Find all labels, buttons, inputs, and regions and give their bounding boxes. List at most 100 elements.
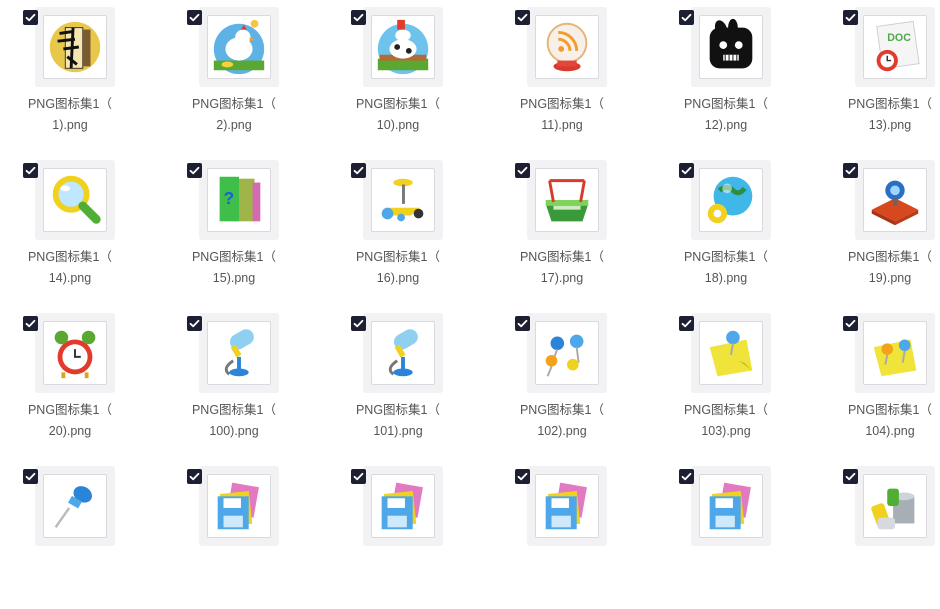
selected-checkbox[interactable] <box>843 316 858 331</box>
file-item[interactable] <box>0 459 140 609</box>
file-item[interactable]: PNG图标集1（ 2).png <box>164 0 304 150</box>
file-item[interactable]: PNG图标集1（ 20).png <box>0 306 140 456</box>
file-name[interactable]: PNG图标集1（ 103).png <box>661 400 791 442</box>
file-thumbnail[interactable] <box>35 466 115 546</box>
file-item[interactable] <box>820 459 940 609</box>
file-name[interactable]: PNG图标集1（ 13).png <box>825 94 940 136</box>
file-name[interactable]: PNG图标集1（ 16).png <box>333 247 463 289</box>
file-name-line-2: 20).png <box>48 424 92 438</box>
selected-checkbox[interactable] <box>515 163 530 178</box>
file-name[interactable]: PNG图标集1（ 1).png <box>5 94 135 136</box>
chicken-icon <box>213 19 265 75</box>
file-item[interactable]: PNG图标集1（ 100).png <box>164 306 304 456</box>
file-item[interactable]: PNG图标集1（ 17).png <box>492 153 632 303</box>
file-name[interactable]: PNG图标集1（ 102).png <box>497 400 627 442</box>
file-thumbnail[interactable] <box>527 313 607 393</box>
file-thumbnail[interactable] <box>363 313 443 393</box>
file-item[interactable] <box>656 459 796 609</box>
selected-checkbox[interactable] <box>351 469 366 484</box>
file-thumbnail[interactable] <box>35 160 115 240</box>
file-thumbnail[interactable] <box>199 466 279 546</box>
file-name[interactable]: PNG图标集1（ 20).png <box>5 400 135 442</box>
file-name[interactable]: PNG图标集1（ 18).png <box>661 247 791 289</box>
selected-checkbox[interactable] <box>187 10 202 25</box>
file-item[interactable] <box>492 459 632 609</box>
selected-checkbox[interactable] <box>23 316 38 331</box>
selected-checkbox[interactable] <box>679 163 694 178</box>
selected-checkbox[interactable] <box>23 469 38 484</box>
selected-checkbox[interactable] <box>187 469 202 484</box>
file-item[interactable]: PNG图标集1（ 103).png <box>656 306 796 456</box>
file-name-line-2: 101).png <box>373 424 423 438</box>
file-thumbnail[interactable] <box>363 7 443 87</box>
thumbnail-frame <box>863 168 927 232</box>
file-thumbnail[interactable] <box>855 466 935 546</box>
file-item[interactable]: PNG图标集1（ 14).png <box>0 153 140 303</box>
file-name[interactable]: PNG图标集1（ 19).png <box>825 247 940 289</box>
file-name[interactable]: PNG图标集1（ 104).png <box>825 400 940 442</box>
file-thumbnail[interactable] <box>527 7 607 87</box>
file-name[interactable]: PNG图标集1（ 2).png <box>169 94 299 136</box>
selected-checkbox[interactable] <box>23 163 38 178</box>
file-thumbnail[interactable]: DOC <box>855 7 935 87</box>
selected-checkbox[interactable] <box>187 316 202 331</box>
thumbnail-frame <box>863 321 927 385</box>
file-name-line-1: PNG图标集1（ <box>27 250 113 264</box>
selected-checkbox[interactable] <box>515 316 530 331</box>
file-item[interactable]: PNG图标集1（ 19).png <box>820 153 940 303</box>
file-thumbnail[interactable] <box>363 466 443 546</box>
file-name[interactable]: PNG图标集1（ 14).png <box>5 247 135 289</box>
selected-checkbox[interactable] <box>843 163 858 178</box>
selected-checkbox[interactable] <box>351 10 366 25</box>
file-name-line-1: PNG图标集1（ <box>191 250 277 264</box>
file-name[interactable]: PNG图标集1（ 10).png <box>333 94 463 136</box>
file-thumbnail[interactable] <box>363 160 443 240</box>
file-item[interactable]: PNG图标集1（ 11).png <box>492 0 632 150</box>
file-item[interactable]: PNG图标集1（ 1).png <box>0 0 140 150</box>
file-item[interactable]: PNG图标集1（ 18).png <box>656 153 796 303</box>
file-name[interactable]: PNG图标集1（ 11).png <box>497 94 627 136</box>
selected-checkbox[interactable] <box>679 469 694 484</box>
file-item[interactable]: PNG图标集1（ 16).png <box>328 153 468 303</box>
file-thumbnail[interactable] <box>199 313 279 393</box>
file-item[interactable] <box>328 459 468 609</box>
selected-checkbox[interactable] <box>843 469 858 484</box>
selected-checkbox[interactable] <box>679 10 694 25</box>
file-item[interactable]: DOC PNG图标集1（ 13).png <box>820 0 940 150</box>
file-name[interactable]: PNG图标集1（ 12).png <box>661 94 791 136</box>
file-name-line-1: PNG图标集1（ <box>519 403 605 417</box>
file-thumbnail[interactable] <box>855 313 935 393</box>
file-thumbnail[interactable] <box>691 7 771 87</box>
file-thumbnail[interactable] <box>691 313 771 393</box>
file-item[interactable]: PNG图标集1（ 101).png <box>328 306 468 456</box>
selected-checkbox[interactable] <box>187 163 202 178</box>
file-name-line-2: 2).png <box>216 118 252 132</box>
file-item[interactable]: PNG图标集1（ 12).png <box>656 0 796 150</box>
file-thumbnail[interactable] <box>199 7 279 87</box>
file-name[interactable]: PNG图标集1（ 100).png <box>169 400 299 442</box>
file-thumbnail[interactable] <box>855 160 935 240</box>
file-name[interactable]: PNG图标集1（ 17).png <box>497 247 627 289</box>
selected-checkbox[interactable] <box>679 316 694 331</box>
file-thumbnail[interactable] <box>35 313 115 393</box>
file-thumbnail[interactable]: ? <box>199 160 279 240</box>
selected-checkbox[interactable] <box>843 10 858 25</box>
file-name-line-1: PNG图标集1（ <box>355 97 441 111</box>
file-thumbnail[interactable] <box>527 160 607 240</box>
selected-checkbox[interactable] <box>23 10 38 25</box>
file-name[interactable]: PNG图标集1（ 101).png <box>333 400 463 442</box>
file-thumbnail[interactable] <box>527 466 607 546</box>
file-thumbnail[interactable] <box>691 466 771 546</box>
file-item[interactable]: PNG图标集1（ 102).png <box>492 306 632 456</box>
file-item[interactable]: PNG图标集1（ 10).png <box>328 0 468 150</box>
selected-checkbox[interactable] <box>515 469 530 484</box>
file-item[interactable]: PNG图标集1（ 104).png <box>820 306 940 456</box>
file-name[interactable]: PNG图标集1（ 15).png <box>169 247 299 289</box>
file-thumbnail[interactable] <box>691 160 771 240</box>
selected-checkbox[interactable] <box>351 316 366 331</box>
selected-checkbox[interactable] <box>351 163 366 178</box>
file-item[interactable] <box>164 459 304 609</box>
file-item[interactable]: ? PNG图标集1（ 15).png <box>164 153 304 303</box>
file-thumbnail[interactable] <box>35 7 115 87</box>
selected-checkbox[interactable] <box>515 10 530 25</box>
